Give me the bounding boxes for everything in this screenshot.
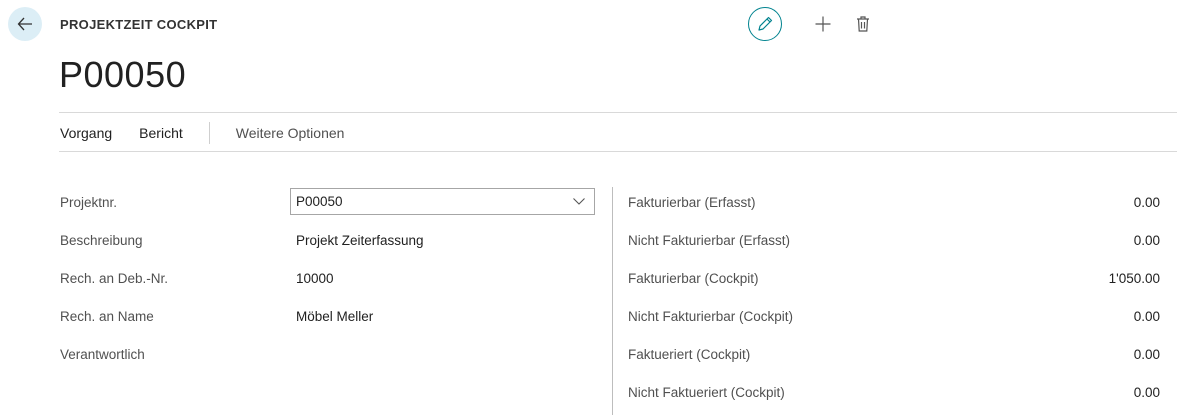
total-value: 0.00 [1133,385,1160,400]
total-label: Nicht Fakturierbar (Cockpit) [628,309,794,324]
new-button[interactable] [806,7,840,41]
edit-button[interactable] [748,7,782,41]
column-divider [612,187,613,415]
action-bar [748,7,880,41]
action-menu: Vorgang Bericht Weitere Optionen [60,122,345,144]
delete-button[interactable] [846,7,880,41]
name-value: Möbel Meller [296,309,374,324]
back-button[interactable] [8,7,42,41]
total-label: Fakturierbar (Cockpit) [628,271,759,286]
total-label: Nicht Faktueriert (Cockpit) [628,385,785,400]
total-label: Fakturierbar (Erfasst) [628,195,756,210]
projektnr-label: Projektnr. [60,195,118,210]
header-divider [59,112,1177,113]
pencil-icon [758,16,773,31]
total-value: 0.00 [1133,195,1160,210]
deb-nr-label: Rech. an Deb.-Nr. [60,271,169,286]
total-value: 1'050.00 [1108,271,1160,286]
menu-divider [59,151,1177,152]
beschreibung-label: Beschreibung [60,233,143,248]
beschreibung-value: Projekt Zeiterfassung [296,233,424,248]
total-label: Nicht Fakturierbar (Erfasst) [628,233,791,248]
arrow-left-icon [17,17,32,31]
chevron-down-icon [573,198,585,205]
total-label: Faktueriert (Cockpit) [628,347,751,362]
trash-icon [857,16,869,32]
menu-item-more-options[interactable]: Weitere Optionen [236,125,345,141]
deb-nr-value: 10000 [296,271,334,286]
total-value: 0.00 [1133,309,1160,324]
menu-item-bericht[interactable]: Bericht [139,125,183,141]
projektnr-select[interactable]: P00050 [290,188,595,215]
total-value: 0.00 [1133,233,1160,248]
page-title: P00050 [59,54,187,95]
name-label: Rech. an Name [60,309,154,324]
verantwortlich-label: Verantwortlich [60,347,145,362]
menu-separator [208,122,210,144]
menu-item-vorgang[interactable]: Vorgang [60,125,112,141]
projektnr-value: P00050 [296,194,343,209]
plus-icon [815,16,831,32]
total-value: 0.00 [1133,347,1160,362]
page-caption: PROJEKTZEIT COCKPIT [60,17,218,32]
